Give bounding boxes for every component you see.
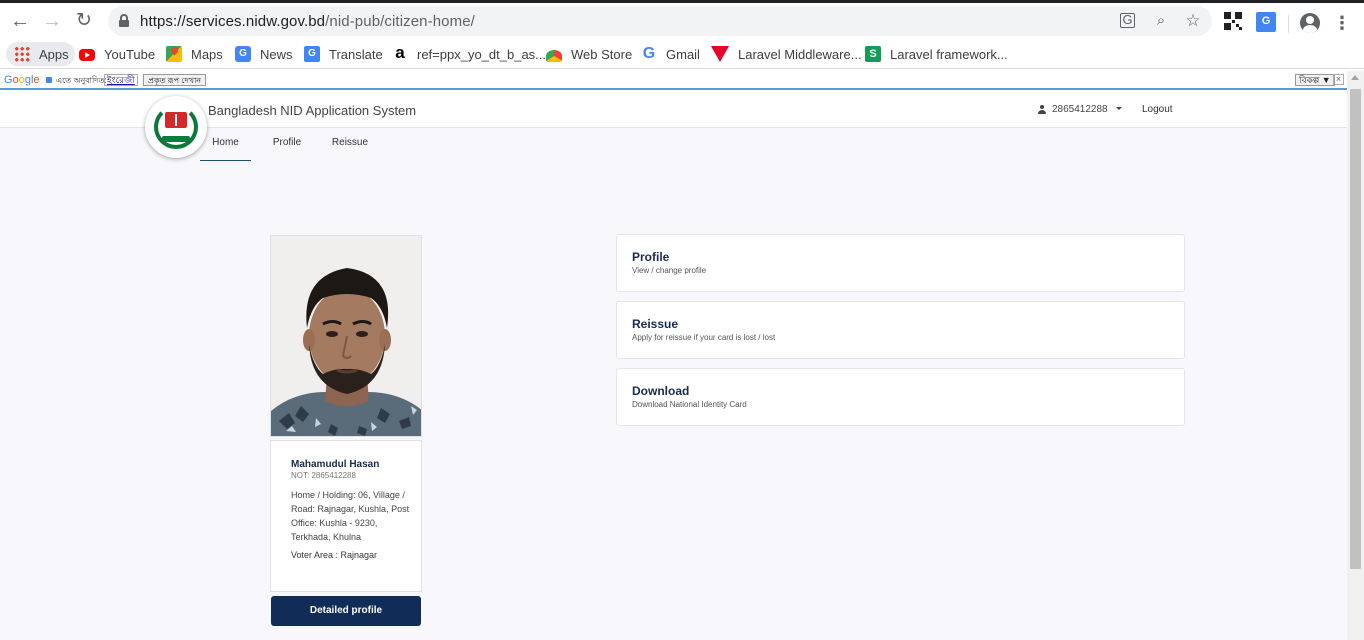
profile-nid: NOT: 2865412288 — [291, 471, 356, 480]
action-subtitle: Apply for reissue if your card is lost /… — [632, 333, 776, 342]
user-icon — [1038, 105, 1046, 114]
action-subtitle: Download National Identity Card — [632, 400, 747, 409]
bookmark-maps[interactable]: Maps — [166, 42, 223, 66]
lock-icon — [119, 14, 129, 27]
google-logo: Google — [4, 74, 40, 86]
translate-icon — [304, 46, 320, 62]
profile-address: Home / Holding: 06, Village / Road: Rajn… — [291, 490, 410, 542]
bookmark-label: Laravel Middleware... — [738, 46, 862, 62]
bookmark-label: News — [260, 46, 293, 62]
download-action-card[interactable]: Download Download National Identity Card — [616, 368, 1185, 426]
action-title: Download — [632, 384, 690, 398]
bookmark-gmail[interactable]: G Gmail — [641, 42, 700, 66]
show-original-button[interactable]: প্রকৃত রূপ দেখান — [143, 74, 207, 86]
youtube-icon — [79, 49, 95, 61]
language-select[interactable]: ইংরেজী — [104, 74, 138, 86]
qr-code-extension-icon[interactable] — [1224, 12, 1244, 32]
forward-arrow-icon[interactable]: → — [40, 9, 64, 33]
bookmark-label: ref=ppx_yo_dt_b_as... — [417, 46, 547, 62]
main-tabs: Home Profile Reissue — [200, 136, 379, 161]
user-menu[interactable]: 2865412288 — [1038, 104, 1122, 115]
page-content: Bangladesh NID Application System 286541… — [0, 92, 1347, 640]
amazon-icon: a — [395, 43, 405, 62]
bookmark-apps[interactable]: Apps — [6, 42, 75, 66]
page-scrollbar[interactable] — [1347, 71, 1364, 640]
account-avatar-icon[interactable] — [1300, 13, 1320, 33]
news-icon — [235, 46, 251, 62]
translate-options-button[interactable]: বিকল্প ▼ — [1295, 74, 1335, 86]
profile-voter-area: Voter Area : Rajnagar — [291, 550, 378, 560]
logout-link[interactable]: Logout — [1142, 104, 1173, 115]
bookmark-label: Translate — [329, 46, 383, 62]
bookmark-translate[interactable]: Translate — [304, 42, 383, 66]
bookmark-webstore[interactable]: Web Store — [546, 42, 632, 66]
action-title: Reissue — [632, 317, 679, 331]
scroll-up-arrow-icon[interactable] — [1351, 75, 1359, 80]
google-translate-extension-icon[interactable]: G — [1256, 12, 1276, 32]
site-title: Bangladesh NID Application System — [208, 103, 417, 118]
laravel-icon — [711, 46, 729, 62]
toolbar-divider — [1288, 15, 1289, 33]
action-subtitle: View / change profile — [632, 266, 707, 275]
profile-photo — [270, 235, 422, 437]
translated-to-label: এতে অনুবাদিত: — [56, 76, 107, 85]
google-translate-bar: Google এতে অনুবাদিত: ইংরেজী প্রকৃত রূপ দ… — [0, 71, 1364, 90]
zoom-icon[interactable]: ⌕ — [1151, 11, 1171, 31]
url-path: /nid-pub/citizen-home/ — [325, 13, 475, 30]
bookmark-amazon[interactable]: a ref=ppx_yo_dt_b_as... — [392, 42, 546, 66]
translate-page-icon[interactable]: G — [1120, 13, 1135, 28]
bookmark-laravel-middleware[interactable]: Laravel Middleware... — [711, 42, 862, 66]
reload-icon[interactable]: ↻ — [72, 9, 96, 33]
bookmark-news[interactable]: News — [235, 42, 293, 66]
reissue-action-card[interactable]: Reissue Apply for reissue if your card i… — [616, 301, 1185, 359]
laravel-s-icon: S — [865, 46, 881, 62]
tab-home[interactable]: Home — [200, 136, 251, 161]
caret-down-icon — [1115, 106, 1122, 110]
bookmark-label: Apps — [39, 46, 69, 62]
scrollbar-thumb[interactable] — [1350, 89, 1361, 569]
bangladesh-emblem-logo[interactable] — [145, 96, 207, 158]
maps-icon — [166, 46, 182, 62]
bookmark-label: YouTube — [104, 46, 156, 62]
profile-name: Mahamudul Hasan — [291, 459, 380, 470]
bookmark-star-icon[interactable]: ☆ — [1183, 11, 1203, 31]
user-id: 2865412288 — [1052, 104, 1108, 115]
bookmark-label: Laravel framework... — [890, 46, 1008, 62]
bookmark-laravel-framework[interactable]: S Laravel framework... — [865, 42, 1008, 66]
google-icon: G — [642, 45, 656, 62]
back-arrow-icon[interactable]: ← — [8, 9, 32, 33]
person-photo — [271, 236, 421, 436]
tab-reissue[interactable]: Reissue — [321, 136, 379, 161]
profile-action-card[interactable]: Profile View / change profile — [616, 234, 1185, 292]
browser-menu-icon[interactable]: ⋮ — [1333, 12, 1351, 34]
bookmark-label: Maps — [191, 46, 223, 62]
lock-icon — [46, 77, 52, 83]
url-host: https://services.nidw.gov.bd — [140, 13, 326, 30]
action-title: Profile — [632, 250, 670, 264]
bookmark-youtube[interactable]: YouTube — [79, 42, 155, 66]
detailed-profile-button[interactable]: Detailed profile — [271, 596, 421, 626]
browser-toolbar: ← → ↻ https://services.nidw.gov.bd/nid-p… — [0, 3, 1364, 39]
bookmarks-bar: Apps YouTube Maps News Translate a ref=p… — [0, 39, 1364, 69]
bookmark-label: Gmail — [666, 46, 700, 62]
profile-info-card: Mahamudul Hasan NOT: 2865412288 Home / H… — [270, 440, 422, 592]
tab-profile[interactable]: Profile — [256, 136, 318, 161]
url-text: https://services.nidw.gov.bd/nid-pub/cit… — [140, 13, 475, 30]
close-icon[interactable]: × — [1333, 74, 1344, 85]
apps-grid-icon — [14, 46, 30, 62]
address-bar[interactable]: https://services.nidw.gov.bd/nid-pub/cit… — [108, 6, 1212, 36]
bookmark-label: Web Store — [571, 46, 633, 62]
webstore-icon — [546, 50, 562, 62]
